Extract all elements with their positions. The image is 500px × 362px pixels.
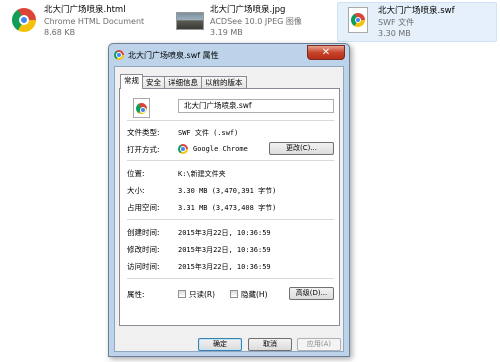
general-panel: 北大门广场喷泉.swf 文件类型: SWF 文件 (.swf) 打开方式: Go…: [119, 88, 340, 326]
properties-dialog: 北大门广场喷泉.swf 属性 ✕ 常规 安全 详细信息 以前的版本 北大门广场喷…: [108, 43, 350, 357]
disk-size-label: 占用空间:: [127, 203, 160, 212]
apply-button[interactable]: 应用(A): [297, 338, 341, 351]
dialog-title: 北大门广场喷泉.swf 属性: [128, 51, 219, 60]
title-bar[interactable]: 北大门广场喷泉.swf 属性 ✕: [109, 44, 349, 66]
file-size: 3.30 MB: [378, 29, 411, 38]
file-size: 3.19 MB: [210, 28, 243, 37]
modified-value: 2015年3月22日, 10:36:59: [178, 246, 271, 254]
divider: [127, 219, 334, 220]
filename-input[interactable]: 北大门广场喷泉.swf: [178, 99, 334, 113]
file-type: ACDSee 10.0 JPEG 图像: [210, 17, 302, 26]
tab-strip: 常规 安全 详细信息 以前的版本: [120, 74, 247, 89]
created-label: 创建时间:: [127, 228, 160, 237]
cancel-button[interactable]: 取消: [248, 338, 292, 351]
jpeg-thumbnail-icon: [176, 6, 204, 34]
size-value: 3.30 MB (3,470,391 字节): [178, 187, 277, 195]
attributes-label: 属性:: [127, 290, 145, 299]
swf-file-icon: [344, 7, 372, 35]
tab-general[interactable]: 常规: [120, 74, 143, 89]
file-item-html[interactable]: 北大门广场喷泉.html Chrome HTML Document 8.68 K…: [4, 2, 164, 42]
location-value: K:\新建文件夹: [178, 170, 226, 178]
accessed-value: 2015年3月22日, 10:36:59: [178, 263, 271, 271]
file-type-label: 文件类型:: [127, 128, 160, 137]
readonly-checkbox[interactable]: [178, 290, 186, 298]
file-type-value: SWF 文件 (.swf): [178, 129, 239, 137]
readonly-label: 只读(R): [189, 290, 216, 299]
chrome-title-icon: [114, 50, 124, 60]
opens-with-value: Google Chrome: [193, 145, 248, 153]
file-item-swf[interactable]: 北大门广场喷泉.swf SWF 文件 3.30 MB: [337, 2, 497, 42]
file-type: Chrome HTML Document: [44, 17, 145, 26]
modified-label: 修改时间:: [127, 245, 160, 254]
chrome-app-icon: [178, 144, 188, 154]
dialog-client: 常规 安全 详细信息 以前的版本 北大门广场喷泉.swf 文件类型: SWF 文…: [114, 66, 344, 352]
ok-button[interactable]: 确定: [198, 338, 242, 351]
file-item-jpg[interactable]: 北大门广场喷泉.jpg ACDSee 10.0 JPEG 图像 3.19 MB: [170, 2, 330, 42]
accessed-label: 访问时间:: [127, 262, 160, 271]
divider: [127, 120, 334, 121]
advanced-button[interactable]: 高级(D)...: [289, 287, 334, 300]
chrome-html-icon: [10, 6, 38, 34]
divider: [127, 278, 334, 279]
file-name: 北大门广场喷泉.jpg: [210, 5, 286, 15]
close-button[interactable]: ✕: [307, 45, 345, 60]
created-value: 2015年3月22日, 10:36:59: [178, 229, 271, 237]
location-label: 位置:: [127, 169, 145, 178]
file-name: 北大门广场喷泉.swf: [378, 6, 455, 16]
file-icon: [133, 98, 153, 118]
file-name: 北大门广场喷泉.html: [44, 5, 126, 15]
divider: [127, 160, 334, 161]
size-label: 大小:: [127, 186, 145, 195]
opens-with-label: 打开方式:: [127, 145, 160, 154]
hidden-label: 隐藏(H): [241, 290, 268, 299]
hidden-checkbox[interactable]: [230, 290, 238, 298]
file-size: 8.68 KB: [44, 28, 76, 37]
change-button[interactable]: 更改(C)...: [269, 142, 334, 155]
file-type: SWF 文件: [378, 18, 415, 27]
disk-size-value: 3.31 MB (3,473,408 字节): [178, 204, 277, 212]
